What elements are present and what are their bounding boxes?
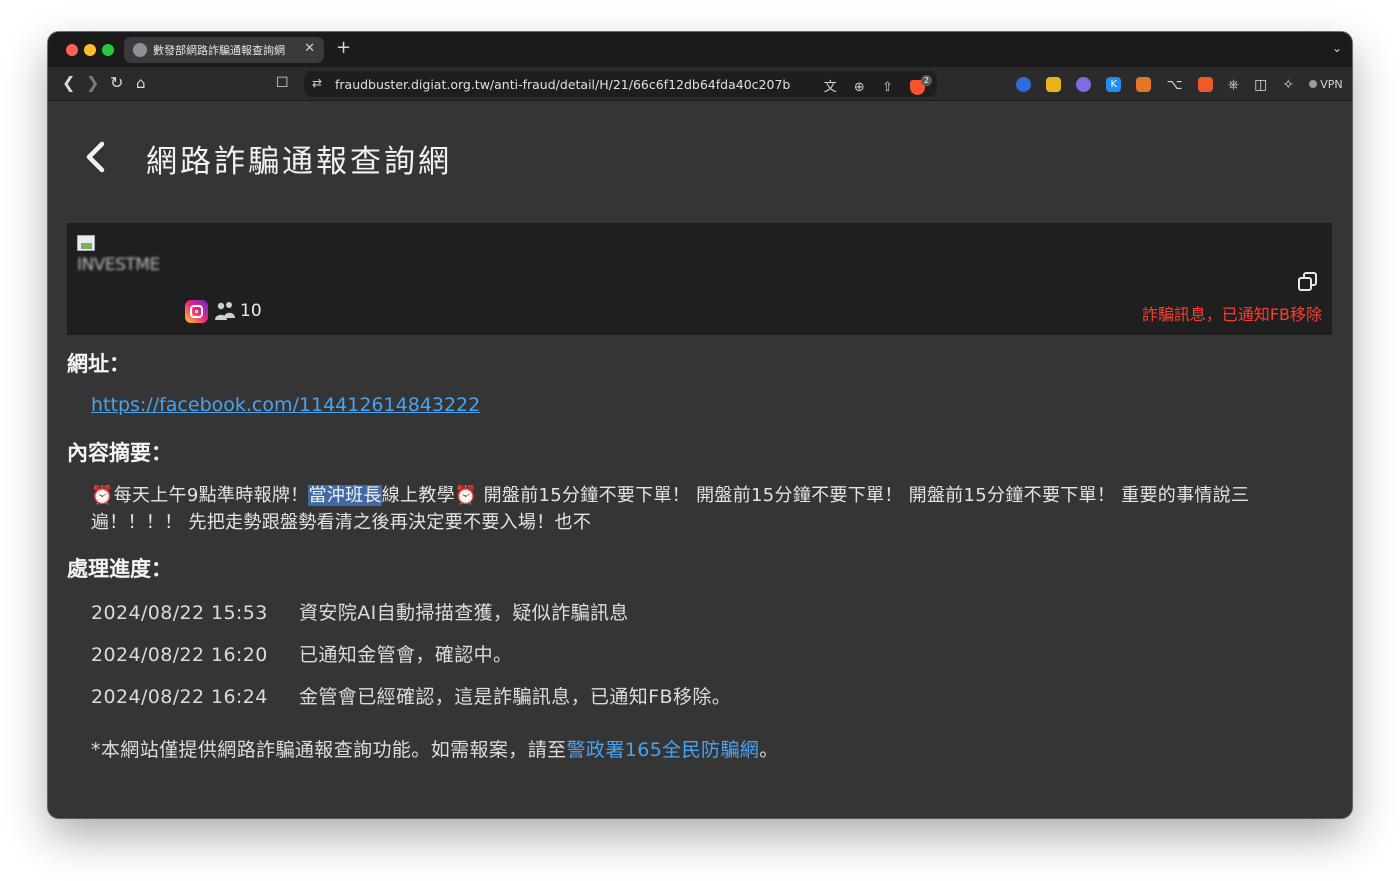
active-tab[interactable]: 數發部網路詐騙通報查詢網 ✕ bbox=[124, 37, 324, 63]
extension-tool-icon[interactable]: ⌥ bbox=[1166, 77, 1182, 93]
back-icon[interactable]: ❮ bbox=[62, 74, 75, 92]
page-header: 網路詐騙通報查詢網 bbox=[48, 102, 1352, 217]
users-icon bbox=[215, 302, 235, 320]
progress-row: 2024/08/22 16:20 已通知金管會，確認中。 bbox=[91, 640, 512, 667]
browser-toolbar: ❮ ❯ ↻ ⌂ ☐ ⇄ fraudbuster.digiat.org.tw/an… bbox=[48, 67, 1352, 101]
progress-text: 金管會已經確認，這是詐騙訊息，已通知FB移除。 bbox=[299, 686, 732, 708]
extensions-puzzle-icon[interactable]: ⎈ bbox=[1228, 77, 1239, 93]
summary-label: 內容摘要： bbox=[67, 441, 172, 465]
report-card: INVESTME 10 詐騙訊息，已通知FB移除 bbox=[67, 223, 1332, 335]
page-content: 網路詐騙通報查詢網 INVESTME 10 詐騙訊息，已通知FB移除 網址： h… bbox=[48, 102, 1352, 818]
progress-label: 處理進度： bbox=[67, 557, 172, 581]
extension-key-icon[interactable] bbox=[1046, 77, 1062, 92]
home-icon[interactable]: ⌂ bbox=[136, 74, 146, 92]
disclaimer-text: *本網站僅提供網路詐騙通報查詢功能。如需報案，請至 bbox=[91, 739, 567, 761]
close-window-button[interactable] bbox=[66, 44, 78, 56]
vpn-status-icon bbox=[1309, 80, 1318, 88]
instagram-icon bbox=[185, 300, 208, 323]
progress-text: 已通知金管會，確認中。 bbox=[299, 644, 513, 666]
site-title: 網路詐騙通報查詢網 bbox=[146, 144, 452, 180]
progress-row: 2024/08/22 16:24 金管會已經確認，這是詐騙訊息，已通知FB移除。 bbox=[91, 682, 731, 709]
progress-text: 資安院AI自動掃描查獲，疑似詐騙訊息 bbox=[299, 602, 629, 624]
back-arrow-icon[interactable] bbox=[82, 140, 110, 174]
zoom-icon[interactable]: ⊕ bbox=[854, 80, 865, 95]
minimize-window-button[interactable] bbox=[84, 44, 96, 56]
tab-close-button[interactable]: ✕ bbox=[304, 41, 315, 57]
leo-sparkle-icon[interactable]: ✧ bbox=[1282, 77, 1294, 93]
new-tab-button[interactable]: + bbox=[336, 38, 351, 58]
forward-icon[interactable]: ❯ bbox=[86, 74, 99, 92]
vpn-label: VPN bbox=[1320, 78, 1343, 91]
tab-bar: 數發部網路詐騙通報查詢網 ✕ + ⌄ bbox=[48, 32, 1352, 67]
browser-window: 數發部網路詐騙通報查詢網 ✕ + ⌄ ❮ ❯ ↻ ⌂ ☐ ⇄ fraudbust… bbox=[48, 32, 1352, 818]
brave-shields-icon[interactable]: 2 bbox=[910, 75, 932, 95]
disclaimer-end: 。 bbox=[759, 739, 779, 761]
vpn-button[interactable]: VPN bbox=[1309, 78, 1343, 91]
police-165-link[interactable]: 警政署165全民防騙網 bbox=[567, 739, 760, 761]
progress-timestamp: 2024/08/22 16:20 bbox=[91, 644, 268, 666]
reload-icon[interactable]: ↻ bbox=[110, 74, 123, 92]
shields-count-badge: 2 bbox=[920, 75, 932, 86]
extension-a-icon[interactable] bbox=[1197, 77, 1213, 92]
broken-image-icon bbox=[77, 235, 95, 251]
extension-cloud-icon[interactable] bbox=[1076, 77, 1092, 92]
sidebar-icon[interactable]: ◫ bbox=[1254, 77, 1267, 93]
disclaimer: *本網站僅提供網路詐騙通報查詢功能。如需報案，請至警政署165全民防騙網。 bbox=[91, 735, 779, 762]
zoom-window-button[interactable] bbox=[102, 44, 114, 56]
site-settings-icon[interactable]: ⇄ bbox=[312, 76, 322, 90]
content-summary: ⏰每天上午9點準時報牌！當沖班長線上教學⏰ 開盤前15分鐘不要下單！ 開盤前15… bbox=[91, 482, 1331, 536]
bookmark-icon[interactable]: ☐ bbox=[276, 74, 289, 92]
translate-icon[interactable]: 文 bbox=[824, 80, 837, 95]
image-alt-text: INVESTME bbox=[77, 255, 160, 275]
progress-timestamp: 2024/08/22 15:53 bbox=[91, 602, 268, 624]
metamask-fox-icon[interactable] bbox=[1136, 77, 1152, 92]
progress-row: 2024/08/22 15:53 資安院AI自動掃描查獲，疑似詐騙訊息 bbox=[91, 598, 629, 625]
report-count: 10 bbox=[240, 301, 262, 321]
copy-icon[interactable] bbox=[1298, 272, 1318, 292]
reported-url-link[interactable]: https://facebook.com/114412614843222 bbox=[91, 394, 480, 416]
extension-k-icon[interactable]: K bbox=[1106, 77, 1122, 92]
site-favicon-icon bbox=[133, 43, 147, 57]
summary-text-start: ⏰每天上午9點準時報牌！ bbox=[91, 485, 309, 506]
extensions-bar: K ⌥ ⎈ ◫ ✧ VPN ☰ bbox=[1016, 74, 1352, 94]
address-bar[interactable]: ⇄ fraudbuster.digiat.org.tw/anti-fraud/d… bbox=[304, 71, 937, 97]
share-icon[interactable]: ⇧ bbox=[882, 80, 893, 95]
tab-title: 數發部網路詐騙通報查詢網 bbox=[153, 44, 285, 57]
report-image: INVESTME bbox=[77, 235, 172, 277]
progress-timestamp: 2024/08/22 16:24 bbox=[91, 686, 268, 708]
tab-list-chevron-icon[interactable]: ⌄ bbox=[1332, 41, 1342, 55]
extension-c-icon[interactable] bbox=[1016, 77, 1031, 92]
url-text[interactable]: fraudbuster.digiat.org.tw/anti-fraud/det… bbox=[335, 77, 790, 92]
status-badge: 詐騙訊息，已通知FB移除 bbox=[1141, 305, 1322, 324]
summary-selected-text: 當沖班長 bbox=[308, 485, 382, 506]
url-label: 網址： bbox=[67, 352, 130, 376]
